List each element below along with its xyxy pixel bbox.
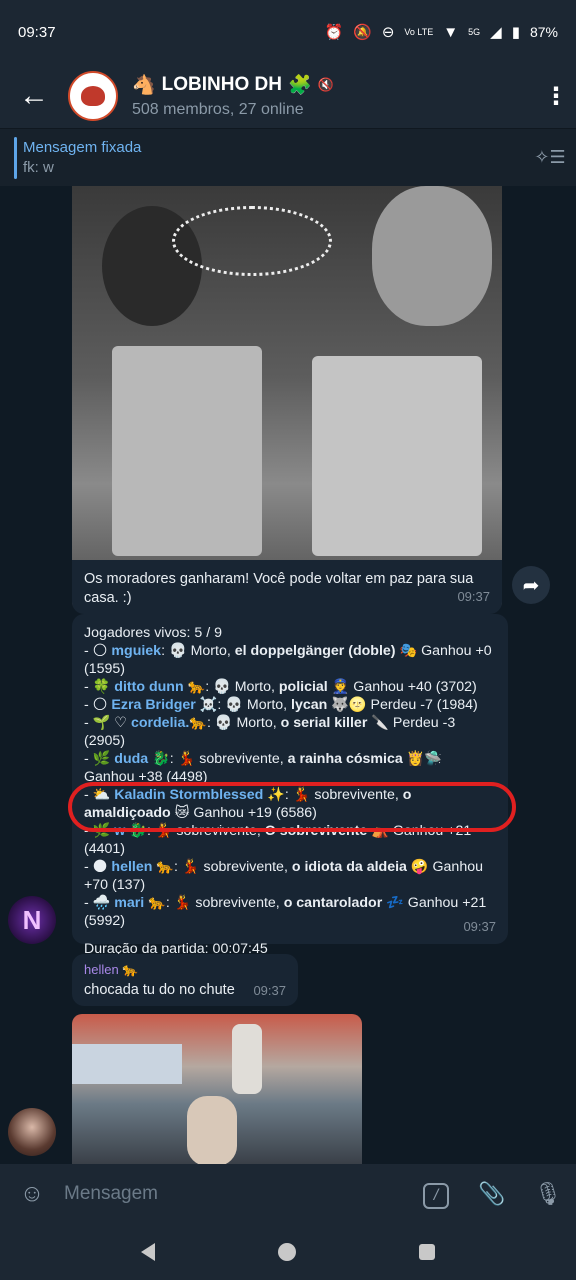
highlight-circle [68, 782, 516, 832]
player-name[interactable]: mari 🐆 [114, 895, 166, 911]
nav-home-button[interactable] [277, 1243, 296, 1261]
pinned-text: fk: w [23, 159, 54, 176]
muted-icon: 🔇 [317, 77, 334, 92]
pin-list-icon: ✧☰ [534, 147, 566, 167]
status-time: 09:37 [18, 23, 56, 41]
player-role: o idiota da aldeia [291, 859, 407, 875]
alive-count: Jogadores vivos: 5 / 9 [84, 625, 223, 641]
alarm-icon: ⏰ [324, 23, 344, 41]
player-role: lycan [291, 697, 328, 713]
player-entry: - 🌧️ mari 🐆: 💃 sobrevivente, o cantarola… [84, 895, 487, 929]
player-entry: - 🌿 duda 🐉: 💃 sobrevivente, a rainha cós… [84, 751, 443, 785]
player-entry: - 🌑 hellen 🐆: 💃 sobrevivente, o idiota d… [84, 859, 483, 893]
message-time: 09:37 [253, 983, 286, 998]
player-role: policial [278, 679, 328, 695]
paperclip-icon: 📎 [478, 1181, 506, 1206]
voice-button[interactable]: 🎙 [520, 1181, 576, 1207]
player-name[interactable]: hellen 🐆 [111, 859, 174, 875]
emoji-button[interactable]: ☺ [0, 1180, 64, 1208]
battery-percent: 87% [529, 24, 558, 40]
bot-command-button[interactable]: / [408, 1180, 464, 1209]
player-name[interactable]: mguiek [111, 643, 161, 659]
player-role: a rainha cósmica [287, 751, 403, 767]
player-entry: - 🍀 ditto dunn 🐆: 💀 Morto, policial 👮 Ga… [84, 679, 477, 695]
user-avatar-hellen[interactable] [8, 1108, 56, 1156]
player-name[interactable]: ditto dunn 🐆 [114, 679, 205, 695]
back-button[interactable]: ← [0, 81, 68, 111]
status-bar: 09:37 ⏰ 🔕 ⊖ Vo LTE ▼ 5G ◢ ▮ 87% [0, 0, 576, 64]
pinned-indicator [14, 136, 17, 179]
pinned-list-button[interactable]: ✧☰ [524, 147, 576, 168]
signal-icon: ◢ [490, 23, 502, 41]
share-button[interactable]: ➦ [512, 566, 550, 604]
system-nav-bar [0, 1224, 576, 1280]
status-icons: ⏰ 🔕 ⊖ Vo LTE ▼ 5G ◢ ▮ 87% [324, 24, 558, 40]
player-entry: - 🌕 Ezra Bridger ☠️: 💀 Morto, lycan 🐺🌝 P… [84, 697, 478, 713]
group-subtitle: 508 membros, 27 online [132, 101, 304, 118]
dnd-icon: ⊖ [381, 23, 395, 41]
network-label: 5G [468, 26, 481, 37]
chat-header: ← 🐴 LOBINHO DH 🧩 🔇 508 membros, 27 onlin… [0, 64, 576, 128]
puzzle-icon: 🧩 [288, 75, 312, 96]
slash-command-icon: / [423, 1182, 449, 1209]
player-role: el doppelgänger (doble) [234, 643, 396, 659]
volte-icon: Vo LTE [404, 26, 434, 37]
group-title: LOBINHO DH [161, 74, 282, 95]
microphone-icon: 🎙 [534, 1181, 562, 1206]
chat-area[interactable]: Os moradores ganharam! Você pode voltar … [0, 186, 576, 1164]
photo-caption: Os moradores ganharam! Você pode voltar … [72, 560, 502, 614]
message-time: 09:37 [463, 919, 496, 934]
more-button[interactable]: ⋮ [536, 82, 576, 111]
battery-icon: ▮ [511, 23, 520, 41]
message-photo-2[interactable] [72, 1014, 362, 1164]
mute-icon: 🔕 [353, 23, 372, 41]
player-name[interactable]: cordelia.🐆 [131, 715, 207, 731]
caption-text: Os moradores ganharam! Você pode voltar … [84, 571, 474, 606]
game-result-message[interactable]: Jogadores vivos: 5 / 9 - 🌕 mguiek: 💀 Mor… [72, 614, 508, 957]
message-sender[interactable]: hellen 🐆 [84, 962, 286, 978]
nav-back-button[interactable] [141, 1243, 156, 1261]
message-input-bar: ☺ / 📎 🎙 [0, 1164, 576, 1224]
player-entry: - 🌱 ♡ cordelia.🐆: 💀 Morto, o serial kill… [84, 715, 456, 749]
player-entry: - 🌕 mguiek: 💀 Morto, el doppelgänger (do… [84, 643, 492, 677]
sticker-icon: ☺ [19, 1180, 45, 1207]
player-role: o serial killer [280, 715, 368, 731]
player-role: o cantarolador [283, 895, 383, 911]
player-name[interactable]: duda 🐉 [114, 751, 170, 767]
message-photo[interactable] [72, 186, 502, 612]
pinned-message-bar[interactable]: Mensagem fixada fk: w ✧☰ [0, 128, 576, 186]
group-avatar[interactable] [68, 71, 118, 121]
user-avatar-n[interactable]: N [8, 896, 56, 944]
message-time: 09:37 [457, 589, 490, 604]
share-icon: ➦ [522, 574, 540, 597]
arrow-left-icon: ← [19, 79, 49, 112]
more-vertical-icon: ⋮ [544, 82, 568, 110]
message-input[interactable] [64, 1183, 408, 1205]
nav-recents-button[interactable] [418, 1244, 435, 1260]
attach-button[interactable]: 📎 [464, 1181, 520, 1207]
wolf-logo-icon [81, 86, 105, 106]
unicorn-icon: 🐴 [132, 75, 156, 96]
wifi-icon: ▼ [443, 23, 459, 41]
header-info[interactable]: 🐴 LOBINHO DH 🧩 🔇 508 membros, 27 online [132, 73, 536, 119]
pinned-title: Mensagem fixada [23, 139, 142, 156]
player-name[interactable]: Ezra Bridger ☠️ [111, 697, 217, 713]
text-message[interactable]: hellen 🐆 chocada tu do no chute 09:37 [72, 954, 298, 1006]
